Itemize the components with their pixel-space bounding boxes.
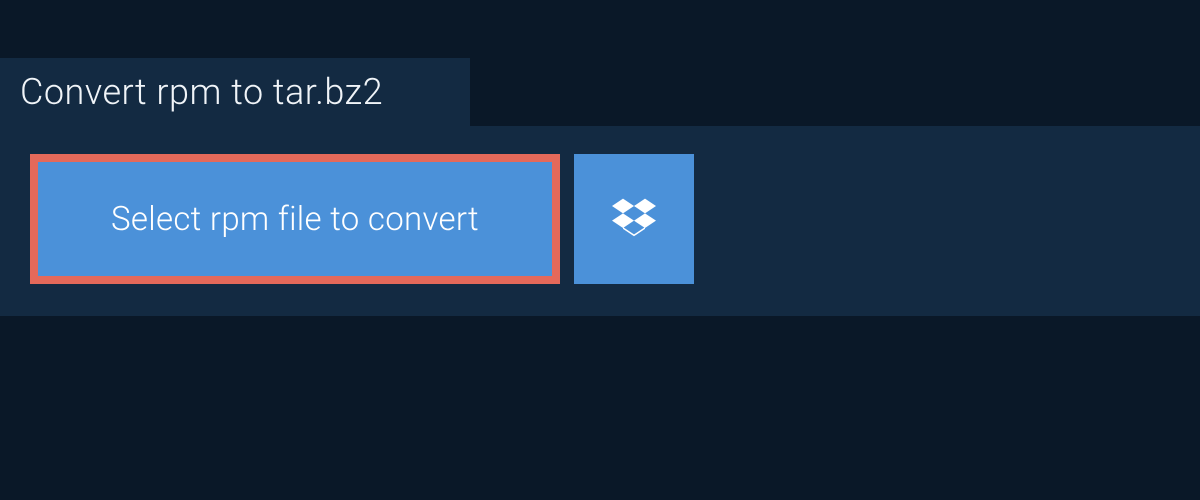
dropbox-icon (612, 195, 656, 243)
select-file-button[interactable]: Select rpm file to convert (30, 154, 560, 284)
main-panel: Select rpm file to convert (0, 126, 1200, 316)
dropbox-button[interactable] (574, 154, 694, 284)
select-file-label: Select rpm file to convert (111, 200, 479, 239)
page-tab: Convert rpm to tar.bz2 (0, 58, 470, 126)
button-row: Select rpm file to convert (30, 154, 1170, 284)
page-title: Convert rpm to tar.bz2 (20, 71, 383, 113)
